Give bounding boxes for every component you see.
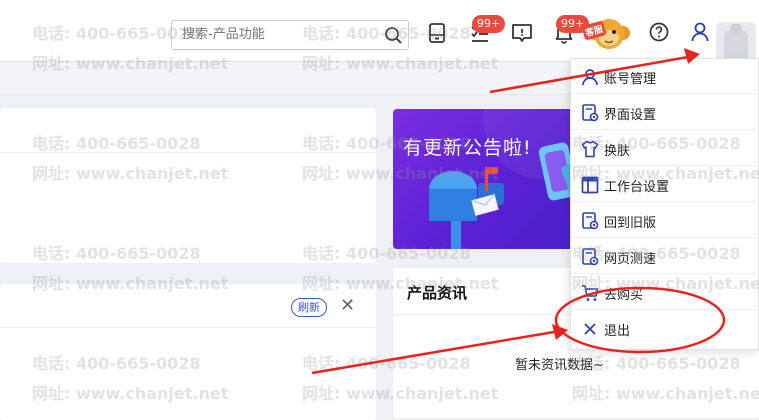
mailbox-illustration-icon [429,109,583,249]
menu-item-label: 退出 [604,324,631,339]
search-box[interactable] [171,20,409,50]
menu-item-speed-test[interactable]: 网页测速 [571,239,759,274]
document-icon[interactable] [428,22,446,48]
menu-item-label: 换肤 [604,144,631,159]
workspace-card [0,108,376,263]
banner-title: 有更新公告啦! [403,137,532,159]
help-icon[interactable] [649,22,669,46]
settings-doc-icon [581,104,599,122]
todo-badge: 99+ [472,15,506,33]
menu-item-label: 回到旧版 [604,216,657,231]
widget-card: 刷新 ✕ [0,284,376,420]
menu-item-label: 去购买 [604,288,644,303]
menu-item-label: 账号管理 [604,72,657,87]
menu-item-label: 界面设置 [604,108,657,123]
cart-icon [581,284,599,302]
card-divider [0,327,376,328]
card-divider [0,152,376,153]
menu-item-skin[interactable]: 换肤 [571,131,759,166]
customer-service-button[interactable]: 客服 [581,13,633,53]
announcement-banner[interactable]: 有更新公告啦! [393,109,583,249]
user-icon [581,68,599,86]
settings-doc-icon [581,248,599,266]
menu-item-label: 工作台设置 [604,180,670,195]
search-icon[interactable] [384,26,404,50]
settings-doc-icon [581,212,599,230]
close-icon [581,320,599,338]
close-icon[interactable]: ✕ [340,296,355,316]
user-dropdown-menu: 账号管理 界面设置 换肤 工作台设置 回到旧版 网页测速 去购买 退出 [570,58,759,350]
shirt-icon [581,140,599,158]
user-account-icon[interactable] [691,22,709,46]
refresh-button[interactable]: 刷新 [291,298,327,317]
avatar [724,24,748,62]
menu-item-workbench-settings[interactable]: 工作台设置 [571,167,759,202]
menu-item-interface-settings[interactable]: 界面设置 [571,95,759,130]
layout-icon [581,176,599,194]
message-icon[interactable] [511,22,533,48]
menu-item-buy[interactable]: 去购买 [571,275,759,310]
menu-item-logout[interactable]: 退出 [571,311,759,346]
top-bar: 99+ 99+ 客服 [0,0,759,62]
empty-state-text: 暂未资讯数据~ [515,358,604,373]
search-input[interactable] [182,27,372,42]
menu-item-account[interactable]: 账号管理 [571,59,759,94]
menu-item-old-version[interactable]: 回到旧版 [571,203,759,238]
menu-item-label: 网页测速 [604,252,657,267]
product-news-title: 产品资讯 [407,284,468,302]
user-avatar-area[interactable] [716,22,756,62]
